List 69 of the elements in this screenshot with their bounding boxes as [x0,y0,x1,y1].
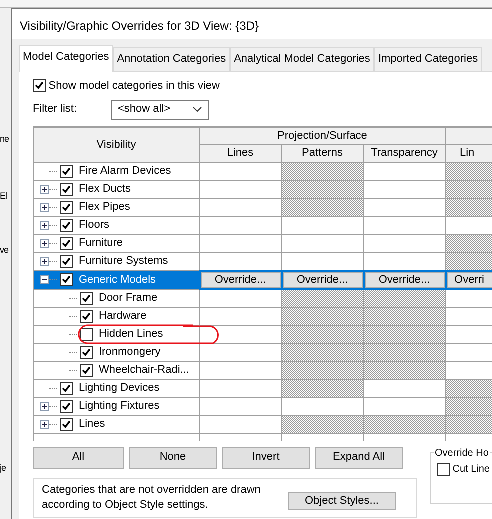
tab[interactable]: Annotation Categories [113,47,230,70]
window-title: Visibility/Graphic Overrides for 3D View: {3D} [12,9,492,39]
note-text: Categories that are not overridden are drawn according to Object Style settings. [42,482,262,512]
checkbox[interactable] [60,273,73,286]
dialog-button[interactable]: None [129,446,217,468]
expand-icon[interactable] [40,257,49,266]
checkbox[interactable] [60,201,73,214]
checkbox[interactable] [60,382,73,394]
tree-row[interactable]: Fire Alarm Devices [34,162,200,180]
dialog-button[interactable]: Invert [222,446,310,468]
tab[interactable]: Imported Categories [374,47,482,70]
checkbox[interactable] [60,400,73,412]
expand-icon[interactable] [40,402,49,410]
tree-row[interactable]: Lighting Fixtures [34,397,200,415]
tree-row[interactable]: Ironmongery [34,343,200,361]
text-fragment: je [0,462,6,475]
dialog-button[interactable]: All [33,446,124,468]
checkbox[interactable] [60,165,73,178]
tree-row[interactable]: Generic Models [34,270,200,289]
column-header: Patterns [282,144,364,162]
collapse-icon[interactable] [40,275,49,284]
override-button[interactable]: Overri [446,272,492,288]
checkbox[interactable] [80,346,93,358]
checkbox[interactable] [80,310,93,322]
chevron-icon [193,107,202,112]
expand-icon[interactable] [40,221,49,230]
tree-row[interactable]: Floors [34,216,200,234]
checkbox[interactable] [60,237,73,250]
checkbox[interactable] [437,462,450,476]
expand-icon[interactable] [40,185,49,194]
tree-row[interactable]: Wheelchair-Radi... [34,361,200,379]
expand-icon[interactable] [40,239,49,248]
dialog-button[interactable]: Expand All [315,446,403,468]
column-header: Lin [446,144,492,162]
tree-row[interactable]: Furniture [34,234,200,252]
tree-row[interactable]: Lighting Devices [34,379,200,397]
override-button[interactable]: Override... [282,272,362,288]
filter-dropdown[interactable]: <show all> [111,100,209,120]
tree-row[interactable]: Hardware [34,307,200,325]
override-button[interactable]: Override... [364,272,444,288]
expand-icon[interactable] [40,420,49,428]
checkbox[interactable] [60,219,73,232]
expand-icon[interactable] [40,203,49,212]
column-header: Visibility [34,126,200,162]
checkbox[interactable] [60,255,73,268]
column-header: Transparency [364,144,446,162]
object-styles-button[interactable]: Object Styles... [288,492,396,510]
tree-row[interactable]: Lines [34,415,200,433]
tree-row[interactable]: Flex Pipes [34,198,200,216]
text-fragment: El [0,190,8,203]
checkbox[interactable] [60,418,73,430]
tree-row[interactable]: Flex Ducts [34,180,200,198]
checkbox[interactable] [60,183,73,196]
column-header: Lines [200,144,282,162]
override-button[interactable]: Override... [200,272,280,288]
column-group-header: Projection/Surface [200,126,446,144]
checkbox-label: Show model categories in this view [48,78,220,94]
checkbox[interactable] [80,292,93,304]
tab[interactable]: Model Categories [19,45,114,72]
text-fragment: ve [0,244,9,257]
checkbox[interactable] [33,79,46,92]
checkbox[interactable] [80,364,93,376]
tab[interactable]: Analytical Model Categories [230,47,374,70]
checkbox[interactable] [80,328,93,340]
tree-row[interactable]: Door Frame [34,289,200,307]
tree-row[interactable]: Hidden Lines [34,325,200,343]
text-fragment: ne [0,133,10,146]
filter-label: Filter list: [33,102,78,118]
checkbox-label: Cut Line [452,462,490,476]
